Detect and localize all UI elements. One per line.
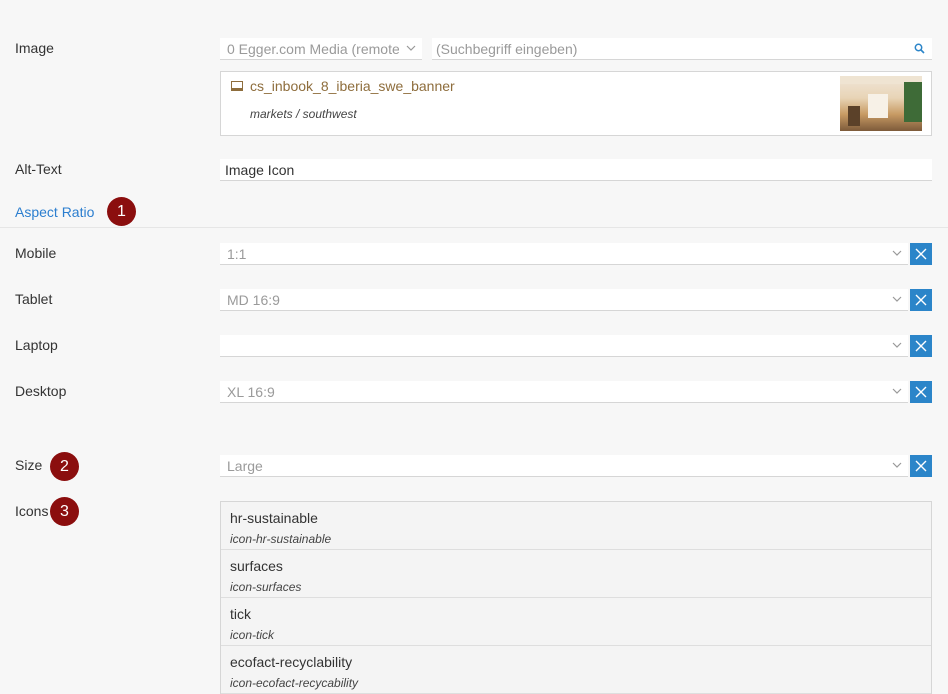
chevron-down-icon: [892, 342, 902, 348]
close-icon: [915, 294, 927, 306]
alt-text-value: Image Icon: [225, 162, 295, 178]
media-source-select[interactable]: 0 Egger.com Media (remote: [220, 38, 422, 60]
step-badge-2: 2: [50, 452, 79, 481]
icons-list[interactable]: hr-sustainable icon-hr-sustainable surfa…: [220, 501, 932, 694]
list-item[interactable]: hr-sustainable icon-hr-sustainable: [221, 502, 931, 550]
mobile-ratio-value: 1:1: [227, 246, 247, 262]
clear-mobile-button[interactable]: [910, 243, 932, 265]
media-search-input[interactable]: (Suchbegriff eingeben): [432, 38, 932, 60]
laptop-label: Laptop: [15, 337, 58, 353]
clear-desktop-button[interactable]: [910, 381, 932, 403]
chevron-down-icon: [892, 296, 902, 302]
media-thumbnail: [840, 76, 922, 131]
search-icon[interactable]: [914, 43, 925, 54]
image-label: Image: [15, 40, 54, 56]
icons-label: Icons: [15, 503, 49, 519]
alt-text-input[interactable]: Image Icon: [220, 159, 932, 181]
desktop-ratio-select[interactable]: XL 16:9: [220, 381, 908, 403]
size-label: Size: [15, 457, 43, 473]
list-item[interactable]: surfaces icon-surfaces: [221, 550, 931, 598]
desktop-label: Desktop: [15, 383, 67, 399]
mobile-ratio-select[interactable]: 1:1: [220, 243, 908, 265]
clear-tablet-button[interactable]: [910, 289, 932, 311]
selected-media-title[interactable]: cs_inbook_8_iberia_swe_banner: [250, 78, 455, 94]
icon-item-code: icon-surfaces: [230, 580, 302, 594]
icon-item-name: ecofact-recyclability: [230, 654, 353, 670]
icon-item-name: surfaces: [230, 558, 283, 574]
size-select[interactable]: Large: [220, 455, 908, 477]
chevron-down-icon: [892, 388, 902, 394]
chevron-down-icon: [406, 45, 416, 51]
icon-item-code: icon-ecofact-recycability: [230, 676, 359, 690]
section-divider: [0, 227, 948, 228]
list-item[interactable]: ecofact-recyclability icon-ecofact-recyc…: [221, 646, 931, 694]
icon-item-code: icon-hr-sustainable: [230, 532, 332, 546]
mobile-label: Mobile: [15, 245, 57, 261]
desktop-ratio-value: XL 16:9: [227, 384, 275, 400]
list-item[interactable]: tick icon-tick: [221, 598, 931, 646]
step-badge-1: 1: [107, 197, 136, 226]
selected-media-card[interactable]: cs_inbook_8_iberia_swe_banner markets / …: [220, 71, 932, 136]
step-badge-3: 3: [50, 497, 79, 526]
icon-item-name: tick: [230, 606, 251, 622]
image-file-icon: [231, 81, 243, 91]
icon-item-code: icon-tick: [230, 628, 275, 642]
alt-text-label: Alt-Text: [15, 161, 62, 177]
media-source-value: 0 Egger.com Media (remote: [227, 41, 399, 57]
close-icon: [915, 340, 927, 352]
tablet-label: Tablet: [15, 291, 53, 307]
close-icon: [915, 248, 927, 260]
clear-laptop-button[interactable]: [910, 335, 932, 357]
laptop-ratio-select[interactable]: [220, 335, 908, 357]
selected-media-path: markets / southwest: [250, 107, 357, 121]
chevron-down-icon: [892, 250, 902, 256]
icon-item-name: hr-sustainable: [230, 510, 318, 526]
tablet-ratio-select[interactable]: MD 16:9: [220, 289, 908, 311]
size-value: Large: [227, 458, 263, 474]
tablet-ratio-value: MD 16:9: [227, 292, 280, 308]
aspect-ratio-label[interactable]: Aspect Ratio: [15, 204, 94, 220]
close-icon: [915, 386, 927, 398]
chevron-down-icon: [892, 462, 902, 468]
media-search-placeholder: (Suchbegriff eingeben): [436, 41, 578, 57]
clear-size-button[interactable]: [910, 455, 932, 477]
close-icon: [915, 460, 927, 472]
